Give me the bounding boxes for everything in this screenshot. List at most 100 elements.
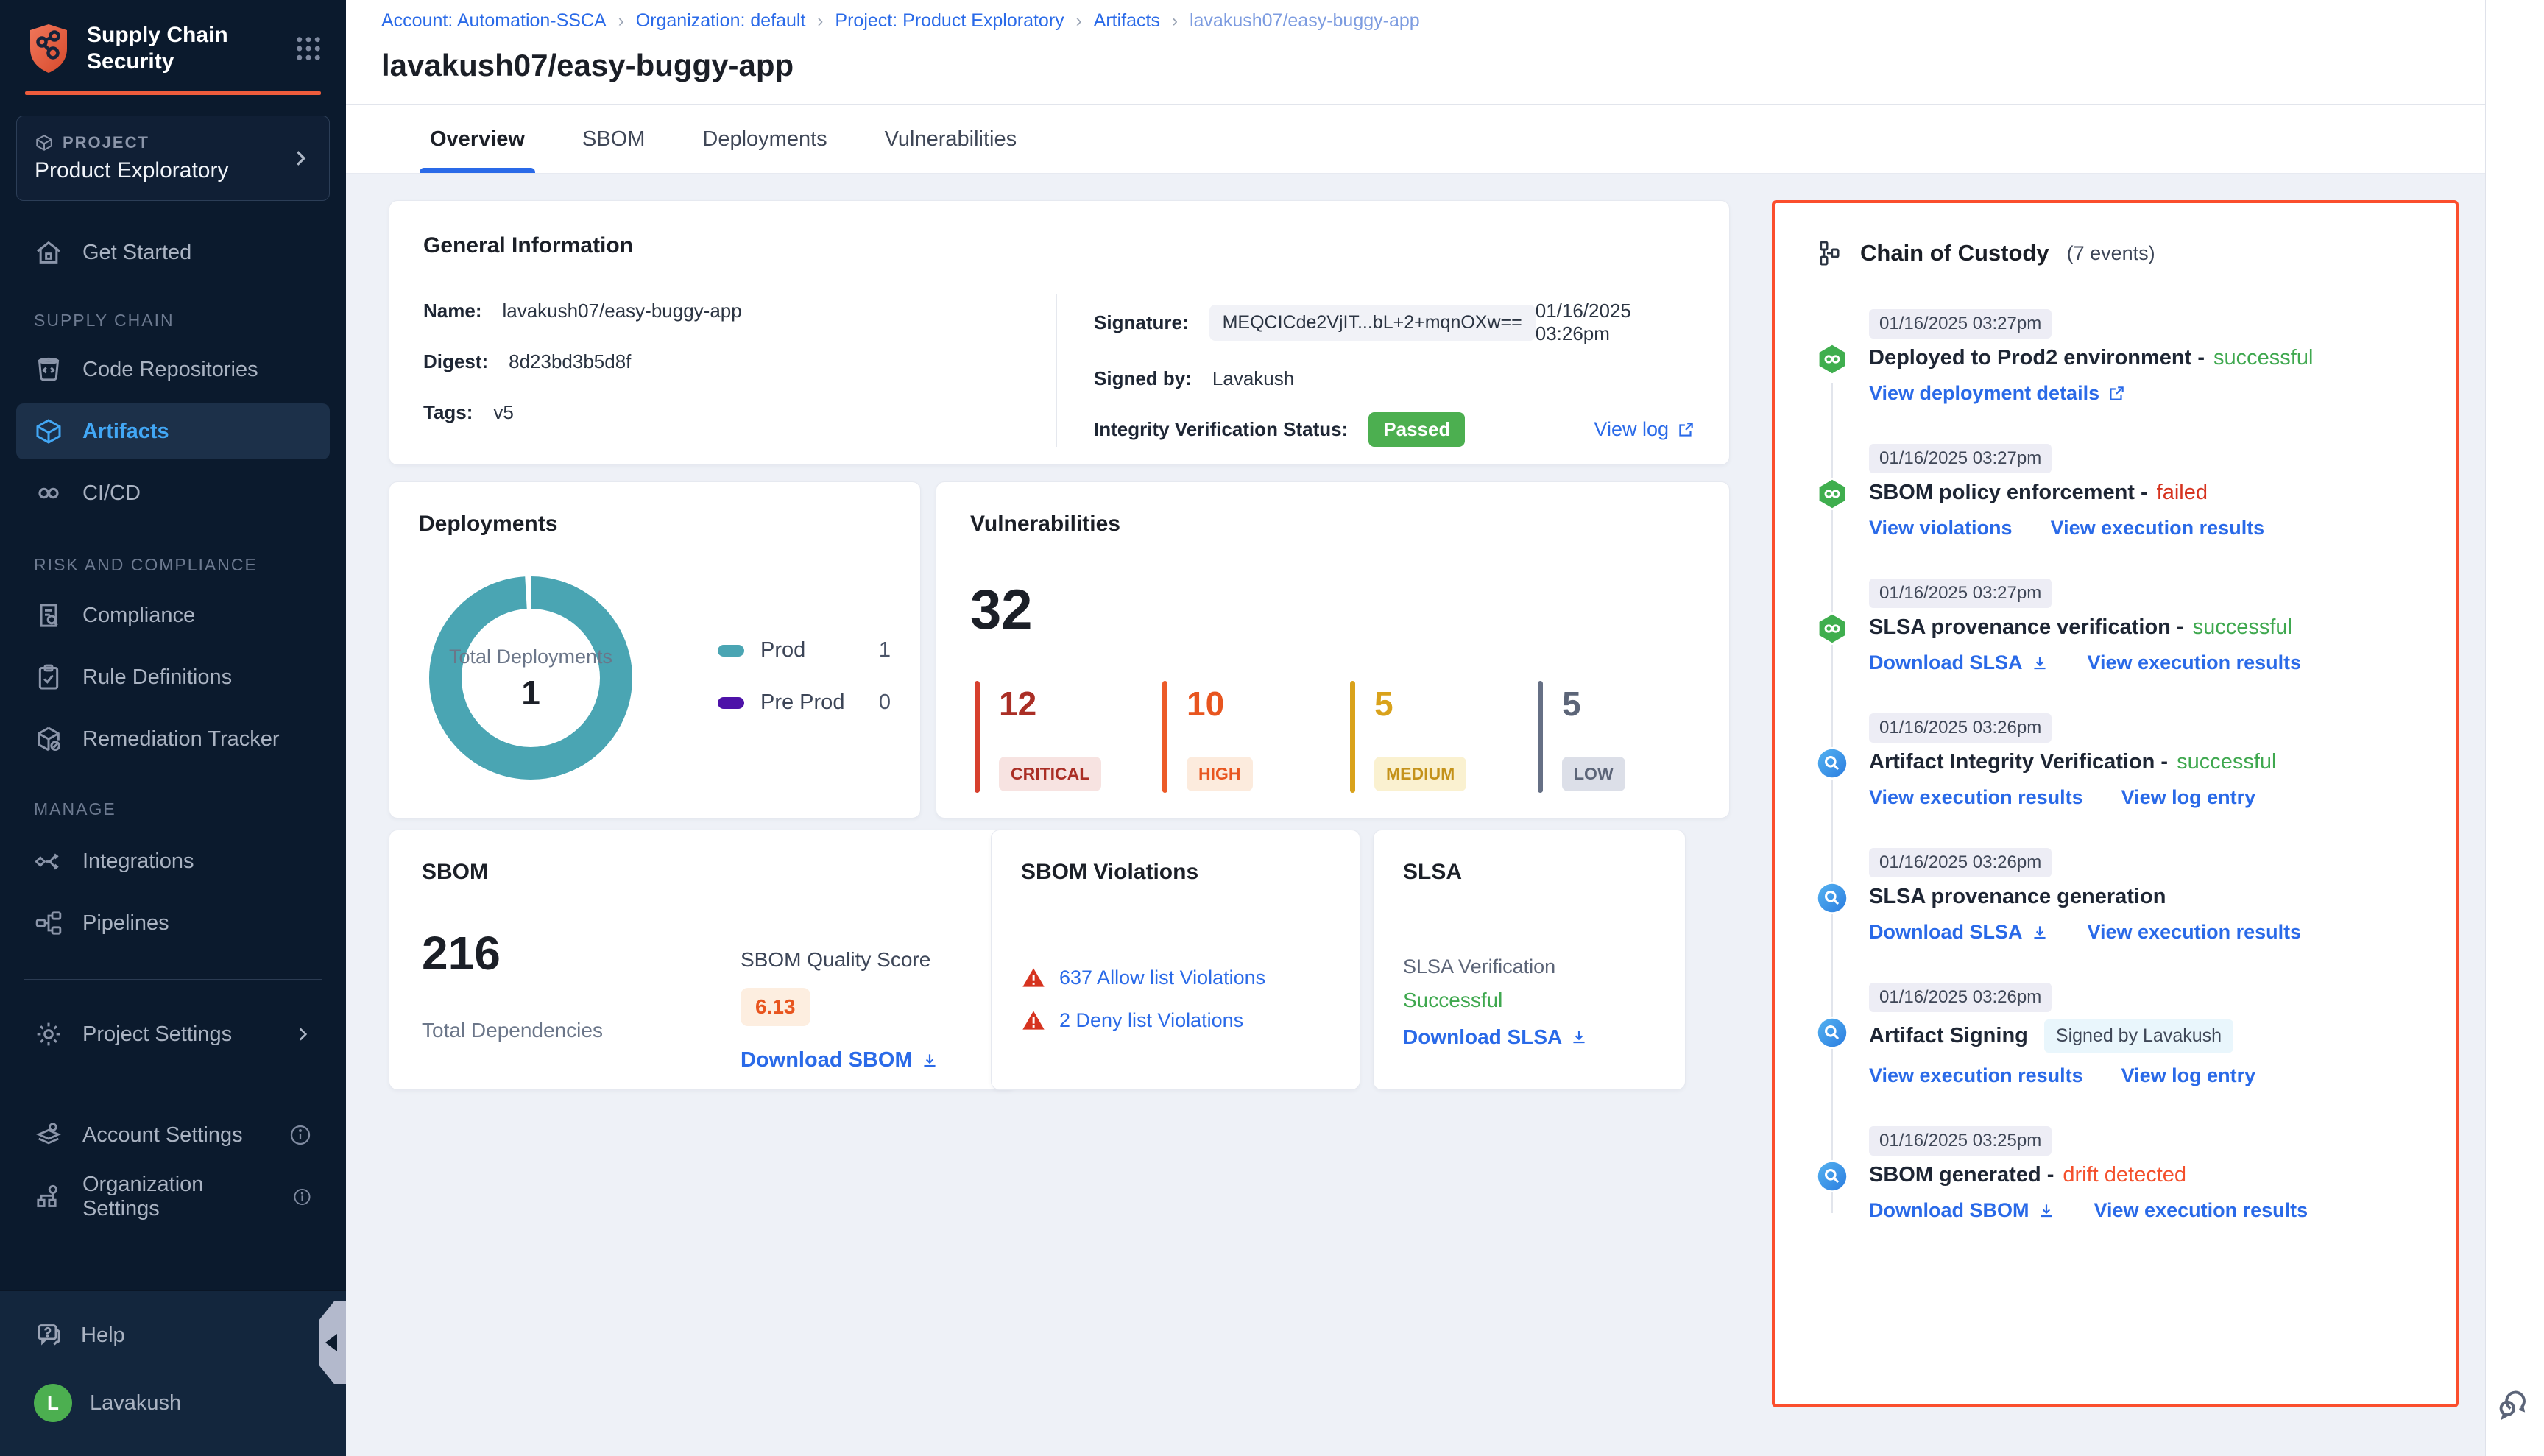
main-content: General Information Name: lavakush07/eas… <box>346 174 2485 1456</box>
gear-icon <box>34 1019 63 1049</box>
tab-sbom[interactable]: SBOM <box>582 105 645 173</box>
account-layers-icon <box>34 1120 63 1150</box>
project-name: Product Exploratory <box>35 158 289 183</box>
sidebar-item-organization-settings[interactable]: Organization Settings <box>16 1173 330 1220</box>
donut-center-label: Total Deployments <box>449 643 612 670</box>
event-timestamp: 01/16/2025 03:27pm <box>1869 444 2052 473</box>
prod-swatch <box>718 645 744 657</box>
allow-list-violations-link[interactable]: 637 Allow list Violations <box>1059 966 1265 989</box>
custody-event-slsa-verification: 01/16/2025 03:27pm SLSA provenance verif… <box>1816 579 2426 674</box>
tab-deployments[interactable]: Deployments <box>702 105 827 173</box>
module-grid-icon[interactable] <box>293 33 324 64</box>
info-icon <box>289 1123 312 1147</box>
panel-title: Chain of Custody <box>1860 240 2049 266</box>
download-icon <box>920 1051 939 1070</box>
event-status: successful <box>2213 346 2313 370</box>
view-log-entry-link[interactable]: View log entry <box>2121 1064 2256 1087</box>
chain-of-custody-panel: Chain of Custody (7 events) 01/16/2025 0… <box>1772 200 2459 1407</box>
sidebar-item-artifacts[interactable]: Artifacts <box>16 403 330 459</box>
sidebar-item-code-repositories[interactable]: Code Repositories <box>16 346 330 393</box>
pre-prod-swatch <box>718 697 744 709</box>
sidebar-item-pipelines[interactable]: Pipelines <box>16 900 330 947</box>
field-name: Name: lavakush07/easy-buggy-app <box>423 300 1056 322</box>
pipeline-success-icon <box>1816 343 1848 375</box>
user-menu[interactable]: L Lavakush <box>34 1379 312 1427</box>
chain-of-custody-icon <box>1816 238 1845 268</box>
deployments-donut-chart: Total Deployments 1 <box>420 568 641 788</box>
code-repository-icon <box>34 355 63 384</box>
scan-step-icon <box>1816 747 1848 780</box>
event-status: successful <box>2193 615 2292 640</box>
sidebar-item-compliance[interactable]: Compliance <box>16 592 330 639</box>
field-signed-by: Signed by: Lavakush <box>1094 367 1695 390</box>
tab-overview[interactable]: Overview <box>430 105 525 173</box>
legend-prod: Prod 1 <box>718 638 891 662</box>
download-icon <box>2037 1201 2056 1220</box>
remediation-box-icon <box>34 724 63 754</box>
artifacts-cube-icon <box>34 417 63 446</box>
view-execution-results-link[interactable]: View execution results <box>2051 517 2265 540</box>
signed-by-badge: Signed by Lavakush <box>2044 1019 2233 1053</box>
card-title: Vulnerabilities <box>970 512 1695 537</box>
breadcrumb-account[interactable]: Account: Automation-SSCA <box>381 10 607 32</box>
field-signature: Signature: MEQCICde2VjIT...bL+2+mqnOXw==… <box>1094 300 1695 345</box>
view-violations-link[interactable]: View violations <box>1869 517 2013 540</box>
sidebar-item-get-started[interactable]: Get Started <box>16 229 330 276</box>
external-link-icon <box>2107 384 2126 403</box>
scan-step-icon <box>1816 1160 1848 1192</box>
breadcrumb-artifacts[interactable]: Artifacts <box>1094 10 1160 32</box>
signature-value: MEQCICde2VjIT...bL+2+mqnOXw== <box>1209 305 1536 341</box>
collapse-arrow-icon <box>325 1334 337 1351</box>
vulnerabilities-total: 32 <box>970 578 1695 642</box>
sidebar-item-cicd[interactable]: CI/CD <box>16 470 330 517</box>
help-button[interactable]: Help <box>34 1312 312 1359</box>
download-sbom-link[interactable]: Download SBOM <box>1869 1199 2056 1222</box>
infinity-icon <box>34 478 63 508</box>
event-timestamp: 01/16/2025 03:27pm <box>1869 579 2052 608</box>
severity-breakdown: 12 CRITICAL 10 HIGH 5 MEDIUM <box>975 681 1725 793</box>
sidebar-item-rule-definitions[interactable]: Rule Definitions <box>16 654 330 701</box>
clipboard-check-icon <box>34 662 63 692</box>
page-header: Account: Automation-SSCA › Organization:… <box>346 0 2544 105</box>
severity-medium: 5 MEDIUM <box>1350 681 1538 793</box>
pipeline-success-icon <box>1816 478 1848 510</box>
view-execution-results-link[interactable]: View execution results <box>1869 1064 2083 1087</box>
sidebar-item-account-settings[interactable]: Account Settings <box>16 1112 330 1159</box>
donut-total-value: 1 <box>521 673 540 713</box>
sidebar-item-integrations[interactable]: Integrations <box>16 838 330 885</box>
view-log-entry-link[interactable]: View log entry <box>2121 786 2256 809</box>
sidebar-item-remediation-tracker[interactable]: Remediation Tracker <box>16 715 330 763</box>
breadcrumb-project[interactable]: Project: Product Exploratory <box>835 10 1064 32</box>
project-selector[interactable]: PROJECT Product Exploratory <box>16 116 330 201</box>
support-chat-icon[interactable] <box>2495 1385 2534 1424</box>
view-execution-results-link[interactable]: View execution results <box>1869 786 2083 809</box>
view-execution-results-link[interactable]: View execution results <box>2094 1199 2308 1222</box>
view-log-link[interactable]: View log <box>1594 418 1695 441</box>
download-slsa-link[interactable]: Download SLSA <box>1403 1025 1656 1049</box>
pipelines-icon <box>34 908 63 938</box>
breadcrumb-organization[interactable]: Organization: default <box>636 10 806 32</box>
tab-vulnerabilities[interactable]: Vulnerabilities <box>885 105 1017 173</box>
warning-triangle-icon <box>1021 966 1046 989</box>
download-slsa-link[interactable]: Download SLSA <box>1869 921 2049 944</box>
card-title: SBOM Violations <box>1021 860 1330 885</box>
chevron-right-icon <box>289 147 311 169</box>
compliance-doc-search-icon <box>34 601 63 630</box>
download-sbom-link[interactable]: Download SBOM <box>741 1048 986 1072</box>
project-cube-icon <box>35 133 54 152</box>
sidebar-item-project-settings[interactable]: Project Settings <box>16 1011 330 1058</box>
warning-triangle-icon <box>1021 1008 1046 1032</box>
sidebar-nav: Get Started SUPPLY CHAIN Code Repositori… <box>0 229 346 1220</box>
nav-divider <box>24 979 322 980</box>
section-risk-compliance: RISK AND COMPLIANCE <box>16 550 330 579</box>
download-slsa-link[interactable]: Download SLSA <box>1869 651 2049 674</box>
view-deployment-details-link[interactable]: View deployment details <box>1869 382 2126 405</box>
view-execution-results-link[interactable]: View execution results <box>2088 921 2302 944</box>
sbom-quality-score-value: 6.13 <box>741 988 810 1026</box>
scan-step-icon <box>1816 882 1848 914</box>
view-execution-results-link[interactable]: View execution results <box>2088 651 2302 674</box>
field-digest: Digest: 8d23bd3b5d8f <box>423 350 1056 373</box>
scan-step-icon <box>1816 1017 1848 1049</box>
deny-list-violations-link[interactable]: 2 Deny list Violations <box>1059 1009 1243 1032</box>
sidebar: Supply Chain Security PROJECT Product Ex… <box>0 0 346 1456</box>
